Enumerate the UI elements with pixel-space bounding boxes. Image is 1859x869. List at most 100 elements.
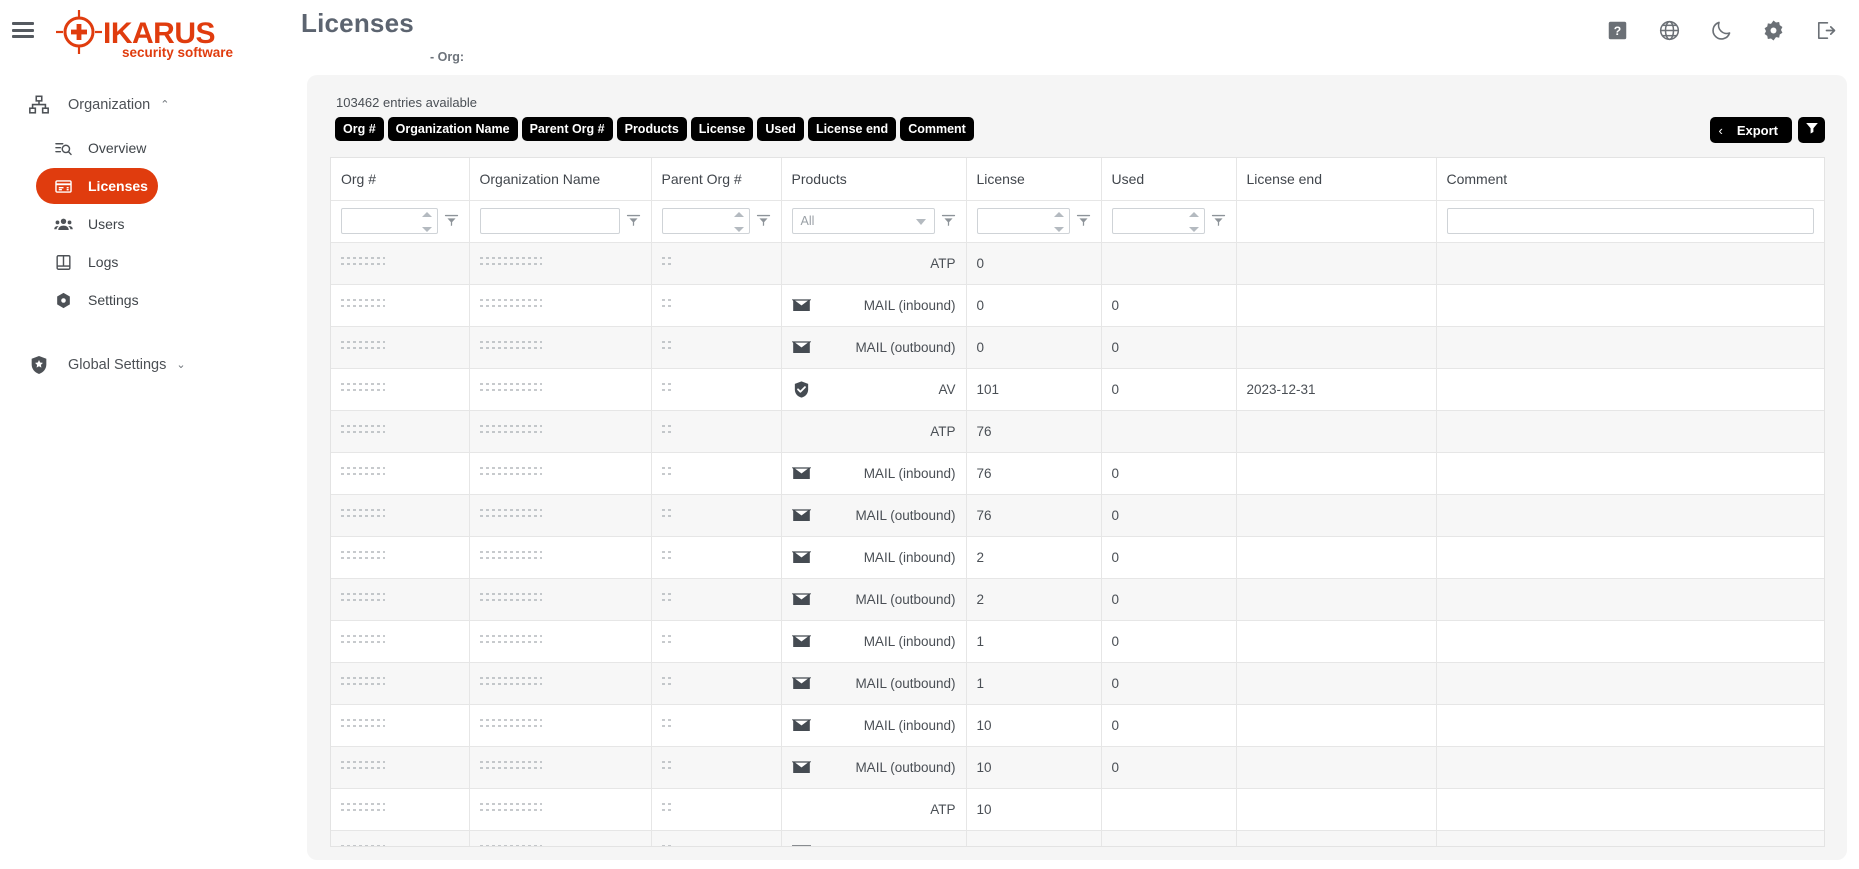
filter-toggle-button[interactable]	[1798, 117, 1825, 143]
filter-input-license[interactable]	[977, 208, 1070, 234]
filter-select-products[interactable]: All	[792, 208, 935, 234]
cell-parent-org	[651, 368, 781, 410]
column-header-used[interactable]: Used	[1101, 158, 1236, 200]
column-header-parent-org[interactable]: Parent Org #	[651, 158, 781, 200]
filter-mode-used-icon[interactable]	[1211, 213, 1226, 229]
product-name: MAIL (inbound)	[811, 550, 956, 565]
cell-parent-org	[651, 242, 781, 284]
logout-icon[interactable]	[1813, 18, 1837, 42]
cell-parent-org	[651, 536, 781, 578]
table-row[interactable]: MAIL (inbound)100	[331, 830, 1824, 847]
table-row[interactable]: MAIL (outbound)20	[331, 578, 1824, 620]
column-header-comment[interactable]: Comment	[1436, 158, 1824, 200]
sidebar-item-users[interactable]: Users	[36, 206, 158, 242]
sidebar-item-overview[interactable]: Overview	[36, 130, 158, 166]
cell-license-end	[1236, 410, 1436, 452]
cell-products: MAIL (inbound)	[781, 830, 966, 847]
redacted-value	[341, 256, 385, 268]
column-chip-products[interactable]: Products	[617, 117, 687, 141]
table-row[interactable]: MAIL (outbound)760	[331, 494, 1824, 536]
column-chip-org-num[interactable]: Org #	[335, 117, 384, 141]
filter-mode-products-icon[interactable]	[941, 213, 956, 229]
filter-input-org-name[interactable]	[480, 208, 620, 234]
mail-envelope-icon	[792, 506, 811, 525]
export-button[interactable]: ‹ Export	[1710, 117, 1792, 143]
top-bar: IKARUS security software Licenses - Org:…	[0, 0, 1859, 66]
sidebar-group-global-settings[interactable]: Global Settings ⌄	[0, 348, 300, 382]
filter-cell-comment	[1436, 200, 1824, 242]
filter-input-org-num[interactable]	[341, 208, 438, 234]
cell-org-name	[469, 578, 651, 620]
filter-input-comment[interactable]	[1447, 208, 1815, 234]
dark-mode-moon-icon[interactable]	[1709, 18, 1733, 42]
redacted-value	[662, 760, 672, 772]
product-name: MAIL (outbound)	[811, 592, 956, 607]
table-row[interactable]: MAIL (inbound)20	[331, 536, 1824, 578]
redacted-value	[480, 718, 542, 730]
spinner-arrows-icon[interactable]	[734, 212, 744, 232]
table-row[interactable]: ATP0	[331, 242, 1824, 284]
column-header-license-end[interactable]: License end	[1236, 158, 1436, 200]
antivirus-shield-icon	[792, 380, 811, 399]
spinner-arrows-icon[interactable]	[1189, 212, 1199, 232]
redacted-value	[480, 760, 542, 772]
column-chip-comment[interactable]: Comment	[900, 117, 974, 141]
redacted-value	[662, 256, 672, 268]
table-row[interactable]: MAIL (outbound)10	[331, 662, 1824, 704]
cell-org-num	[331, 242, 469, 284]
cell-comment	[1436, 662, 1824, 704]
logs-book-icon	[54, 252, 74, 272]
mail-envelope-icon	[792, 590, 811, 609]
sidebar-group-organization[interactable]: Organization ⌃	[0, 88, 300, 122]
table-row[interactable]: AV10102023-12-31	[331, 368, 1824, 410]
cell-parent-org	[651, 452, 781, 494]
cell-products: MAIL (outbound)	[781, 662, 966, 704]
spinner-arrows-icon[interactable]	[1054, 212, 1064, 232]
filter-input-parent-org[interactable]	[662, 208, 750, 234]
export-button-label: Export	[1737, 123, 1778, 138]
column-chip-used[interactable]: Used	[757, 117, 804, 141]
mail-envelope-icon	[792, 548, 811, 567]
table-row[interactable]: MAIL (inbound)00	[331, 284, 1824, 326]
chevron-down-icon	[916, 219, 926, 225]
sidebar: Organization ⌃ Overview Licenses Users	[0, 88, 300, 869]
filter-mode-org-num-icon[interactable]	[444, 213, 459, 229]
table-header-row: Org # Organization Name Parent Org # Pro…	[331, 158, 1824, 200]
column-chip-parent-org[interactable]: Parent Org #	[522, 117, 613, 141]
filter-mode-parent-org-icon[interactable]	[756, 213, 771, 229]
filter-mode-license-icon[interactable]	[1076, 213, 1091, 229]
mail-envelope-icon	[792, 338, 811, 357]
table-row[interactable]: MAIL (inbound)10	[331, 620, 1824, 662]
column-header-org-num[interactable]: Org #	[331, 158, 469, 200]
table-row[interactable]: ATP76	[331, 410, 1824, 452]
column-header-org-name[interactable]: Organization Name	[469, 158, 651, 200]
table-row[interactable]: MAIL (outbound)100	[331, 746, 1824, 788]
cell-used	[1101, 788, 1236, 830]
licenses-table-container[interactable]: Org # Organization Name Parent Org # Pro…	[330, 157, 1825, 847]
help-icon[interactable]: ?	[1605, 18, 1629, 42]
table-row[interactable]: ATP10	[331, 788, 1824, 830]
table-row[interactable]: MAIL (outbound)00	[331, 326, 1824, 368]
settings-gear-icon[interactable]	[1761, 18, 1785, 42]
column-header-products[interactable]: Products	[781, 158, 966, 200]
sidebar-item-licenses[interactable]: Licenses	[36, 168, 158, 204]
spinner-arrows-icon[interactable]	[422, 212, 432, 232]
column-chip-license[interactable]: License	[691, 117, 754, 141]
table-row[interactable]: MAIL (inbound)760	[331, 452, 1824, 494]
column-chip-license-end[interactable]: License end	[808, 117, 896, 141]
redacted-value	[480, 466, 542, 478]
cell-products: MAIL (inbound)	[781, 452, 966, 494]
hamburger-menu-icon[interactable]	[10, 20, 36, 40]
globe-icon[interactable]	[1657, 18, 1681, 42]
sidebar-item-logs[interactable]: Logs	[36, 244, 158, 280]
column-header-license[interactable]: License	[966, 158, 1101, 200]
ikarus-logo[interactable]: IKARUS security software	[48, 10, 253, 60]
org-chart-icon	[28, 93, 52, 117]
table-row[interactable]: MAIL (inbound)100	[331, 704, 1824, 746]
cell-org-num	[331, 284, 469, 326]
sidebar-item-settings[interactable]: Settings	[36, 282, 158, 318]
column-chip-org-name[interactable]: Organization Name	[388, 117, 518, 141]
filter-input-used[interactable]	[1112, 208, 1205, 234]
filter-mode-org-name-icon[interactable]	[626, 213, 641, 229]
cell-parent-org	[651, 620, 781, 662]
